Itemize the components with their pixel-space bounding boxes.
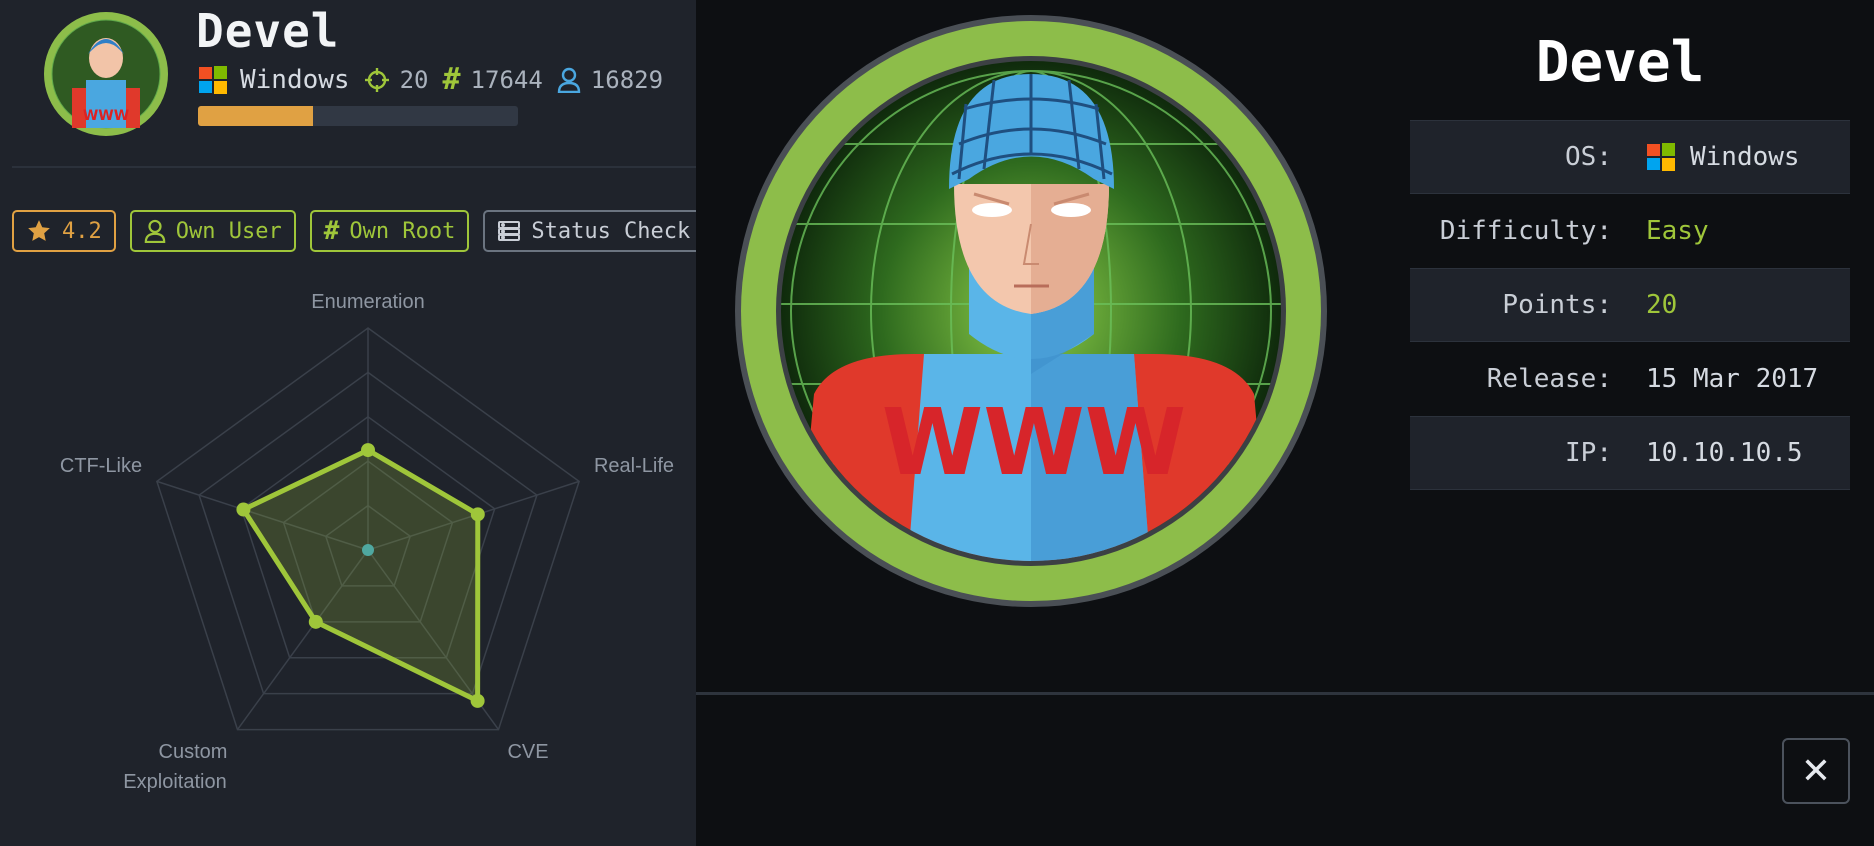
machine-user-owns: 16829 — [590, 65, 664, 94]
info-key-points: Points: — [1502, 290, 1612, 320]
info-value-points: 20 — [1646, 290, 1678, 320]
server-icon — [497, 219, 521, 243]
info-key-release: Release: — [1486, 364, 1612, 394]
modal-title: Devel — [1535, 30, 1705, 95]
user-icon — [557, 67, 581, 93]
machine-meta: Windows 20 # 17644 16829 — [198, 62, 663, 97]
close-button[interactable]: ✕ — [1782, 738, 1850, 804]
own-user-label: Own User — [175, 218, 282, 244]
machine-info-table: OS: Windows Difficulty: Easy Points: 20 — [1410, 120, 1850, 490]
info-row-release: Release: 15 Mar 2017 — [1410, 342, 1850, 416]
windows-icon — [1646, 142, 1676, 172]
user-icon — [144, 219, 166, 243]
info-value-release: 15 Mar 2017 — [1646, 364, 1819, 394]
avatar-text-large: WWW — [882, 389, 1186, 496]
own-root-label: Own Root — [349, 218, 456, 244]
info-row-difficulty: Difficulty: Easy — [1410, 194, 1850, 268]
os-value-text: Windows — [1690, 142, 1800, 172]
radar-label-exploitation: Exploitation — [123, 771, 226, 793]
own-root-button[interactable]: # Own Root — [309, 210, 470, 252]
info-row-ip: IP: 10.10.10.5 — [1410, 416, 1850, 490]
avatar-text-small: WWW — [83, 108, 129, 124]
info-row-points: Points: 20 — [1410, 268, 1850, 342]
radar-label-custom: Custom — [159, 741, 228, 763]
radar-point — [470, 693, 485, 708]
info-value-os: Windows — [1646, 142, 1800, 172]
radar-point — [308, 614, 323, 629]
radar-point — [361, 443, 375, 458]
rating-value: 4.2 — [62, 218, 102, 244]
skills-radar-chart: Enumeration Real-Life CVE Custom Exploit… — [60, 291, 674, 793]
info-key-os: OS: — [1565, 142, 1612, 172]
machine-rank: 17644 — [470, 65, 543, 94]
radar-label-ctf-like: CTF-Like — [60, 455, 142, 477]
star-icon — [26, 218, 52, 244]
info-value-ip: 10.10.10.5 — [1646, 438, 1803, 468]
info-key-ip: IP: — [1565, 438, 1612, 468]
hash-icon: # — [442, 62, 461, 97]
action-bar: 4.2 Own User # Own Root Status Check — [12, 210, 759, 252]
machine-os: Windows — [240, 64, 350, 95]
crosshair-icon — [364, 67, 390, 93]
machine-name: Devel — [196, 4, 340, 58]
radar-label-real-life: Real-Life — [594, 455, 674, 477]
machine-progress-bar — [198, 106, 518, 126]
windows-icon — [198, 65, 228, 95]
machine-detail-modal: WWW Devel OS: Windows Difficulty: Easy P… — [696, 0, 1874, 846]
own-user-button[interactable]: Own User — [129, 210, 296, 252]
info-value-difficulty: Easy — [1646, 216, 1709, 246]
status-check-button[interactable]: Status Check — [483, 210, 705, 252]
machine-avatar-small: WWW — [44, 12, 168, 136]
machine-avatar-large: WWW — [735, 15, 1327, 607]
machine-profile-page: WWW Devel Windows 20 # 17644 16829 4.2 O… — [0, 0, 759, 846]
info-row-os: OS: Windows — [1410, 120, 1850, 194]
rating-button[interactable]: 4.2 — [12, 210, 116, 252]
radar-label-enumeration: Enumeration — [311, 291, 424, 313]
radar-point — [470, 507, 485, 522]
hash-icon: # — [323, 216, 340, 246]
divider — [12, 166, 702, 168]
status-check-label: Status Check — [531, 218, 691, 244]
radar-label-cve: CVE — [507, 741, 548, 763]
radar-shape — [240, 447, 481, 704]
machine-points: 20 — [399, 65, 429, 94]
modal-divider — [696, 692, 1874, 695]
info-key-difficulty: Difficulty: — [1439, 216, 1612, 246]
radar-point — [236, 502, 251, 517]
progress-fill — [198, 106, 314, 126]
radar-center-dot — [362, 544, 374, 556]
